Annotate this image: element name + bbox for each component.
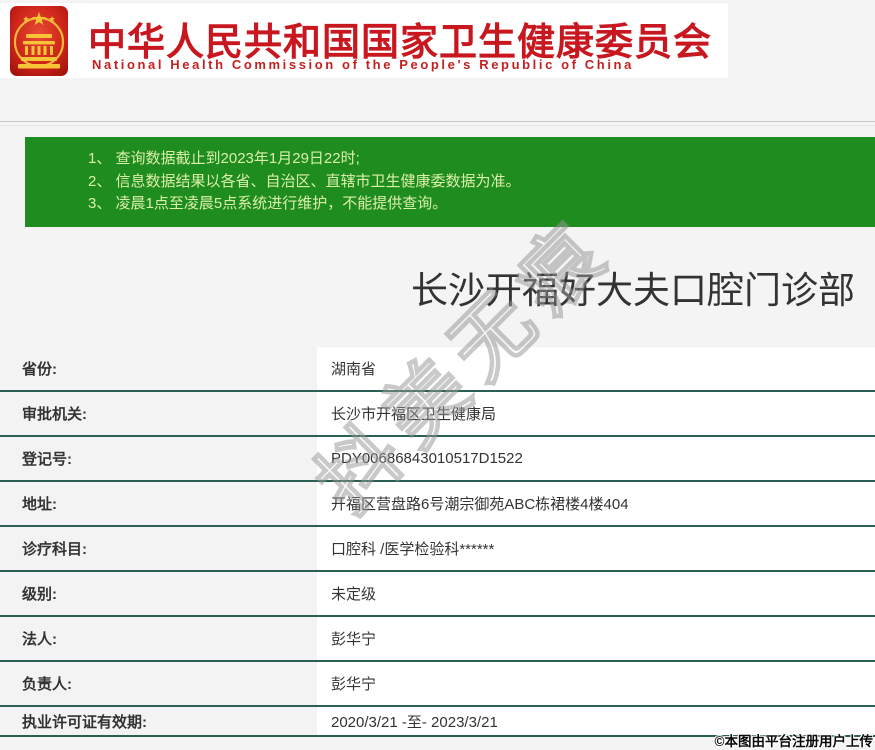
national-emblem-icon (10, 6, 68, 76)
row-value: PDY00686843010517D1522 (317, 437, 875, 480)
row-label: 审批机关: (0, 392, 317, 435)
table-row-level: 级别: 未定级 (0, 572, 875, 617)
row-label: 法人: (0, 617, 317, 660)
table-row-person-in-charge: 负责人: 彭华宁 (0, 662, 875, 707)
row-value: 长沙市开福区卫生健康局 (317, 392, 875, 435)
table-row-province: 省份: 湖南省 (0, 347, 875, 392)
row-value: 湖南省 (317, 347, 875, 390)
row-label: 负责人: (0, 662, 317, 705)
site-header: 中华人民共和国国家卫生健康委员会 National Health Commiss… (0, 3, 728, 78)
row-value: 开福区营盘路6号潮宗御苑ABC栋裙楼4楼404 (317, 482, 875, 525)
row-label: 级别: (0, 572, 317, 615)
row-value: 彭华宁 (317, 662, 875, 705)
table-row-address: 地址: 开福区营盘路6号潮宗御苑ABC栋裙楼4楼404 (0, 482, 875, 527)
notice-item-3: 3、 凌晨1点至凌晨5点系统进行维护，不能提供查询。 (88, 195, 448, 212)
table-row-departments: 诊疗科目: 口腔科 /医学检验科****** (0, 527, 875, 572)
query-notice-box: 1、 查询数据截止到2023年1月29日22时; 2、 信息数据结果以各省、自治… (25, 137, 875, 227)
row-value: 口腔科 /医学检验科****** (317, 527, 875, 570)
table-row-approval-authority: 审批机关: 长沙市开福区卫生健康局 (0, 392, 875, 437)
row-label: 省份: (0, 347, 317, 390)
row-label: 地址: (0, 482, 317, 525)
row-value: 彭华宁 (317, 617, 875, 660)
image-copyright-note: ©本图由平台注册用户上传 (714, 734, 873, 749)
table-row-registration-number: 登记号: PDY00686843010517D1522 (0, 437, 875, 482)
table-row-legal-person: 法人: 彭华宁 (0, 617, 875, 662)
header-divider-line (0, 121, 875, 122)
header-divider-line-2 (0, 125, 875, 126)
row-label: 执业许可证有效期: (0, 707, 317, 735)
institution-name-title: 长沙开福好大夫口腔门诊部 (411, 270, 855, 311)
row-label: 诊疗科目: (0, 527, 317, 570)
row-value: 未定级 (317, 572, 875, 615)
notice-item-1: 1、 查询数据截止到2023年1月29日22时; (88, 150, 360, 167)
row-label: 登记号: (0, 437, 317, 480)
notice-item-2: 2、 信息数据结果以各省、自治区、直辖市卫生健康委数据为准。 (88, 172, 521, 190)
site-title-en: National Health Commission of the People… (92, 57, 634, 72)
institution-info-table: 省份: 湖南省 审批机关: 长沙市开福区卫生健康局 登记号: PDY006868… (0, 347, 875, 737)
